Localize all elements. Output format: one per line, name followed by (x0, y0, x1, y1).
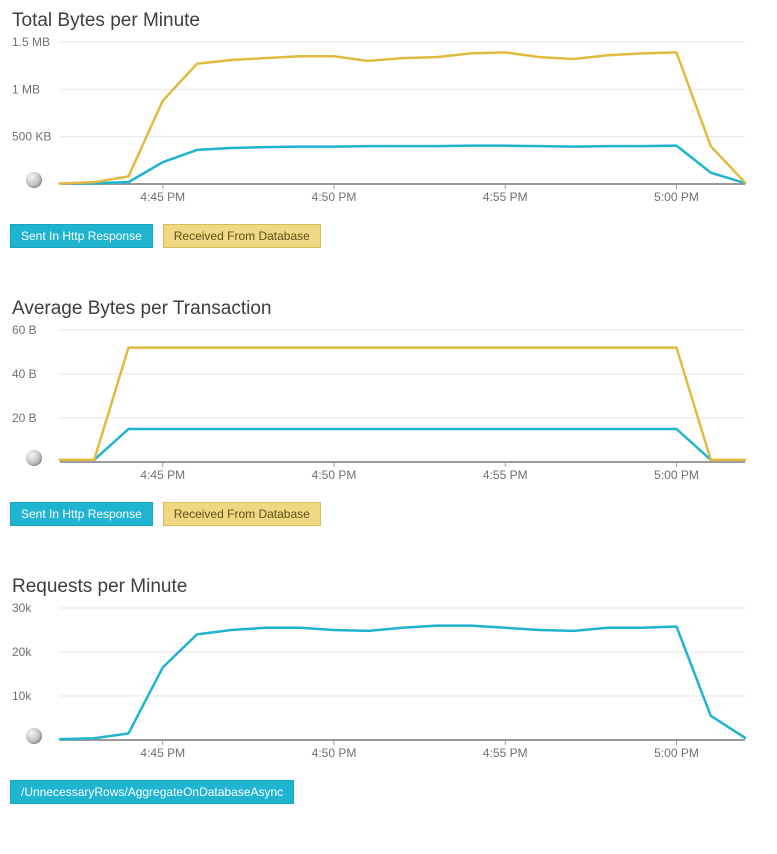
line-chart-svg: 20 B 40 B 60 B 4:45 PM 4:50 PM 4:55 PM 5:00 PM (10, 324, 755, 484)
svg-text:10k: 10k (12, 689, 32, 703)
svg-text:5:00 PM: 5:00 PM (654, 746, 699, 760)
svg-text:30k: 30k (12, 602, 32, 615)
svg-text:4:50 PM: 4:50 PM (312, 468, 357, 482)
svg-text:5:00 PM: 5:00 PM (654, 468, 699, 482)
chart-plot-area: 500 KB 1 MB 1.5 MB 4:45 PM 4:50 PM 4:55 PM 5:0… (10, 36, 767, 206)
legend-row: Sent In Http Response Received From Data… (10, 224, 767, 248)
svg-text:4:50 PM: 4:50 PM (312, 746, 357, 760)
chart-requests: Requests per Minute 10k 20k 30k 4:45 PM 4:50… (10, 576, 767, 804)
svg-text:5:00 PM: 5:00 PM (654, 190, 699, 204)
svg-text:4:45 PM: 4:45 PM (140, 468, 185, 482)
legend-item-received[interactable]: Received From Database (163, 224, 321, 248)
svg-text:4:55 PM: 4:55 PM (483, 746, 528, 760)
series-toggle-orb[interactable] (26, 172, 42, 188)
legend-item-sent[interactable]: Sent In Http Response (10, 224, 153, 248)
chart-total-bytes: Total Bytes per Minute 500 KB 1 MB 1.5 MB 4… (10, 10, 767, 248)
svg-text:4:50 PM: 4:50 PM (312, 190, 357, 204)
svg-text:500 KB: 500 KB (12, 130, 51, 144)
svg-text:4:45 PM: 4:45 PM (140, 190, 185, 204)
svg-text:1 MB: 1 MB (12, 82, 40, 96)
series-toggle-orb[interactable] (26, 450, 42, 466)
svg-text:4:45 PM: 4:45 PM (140, 746, 185, 760)
legend-item-received[interactable]: Received From Database (163, 502, 321, 526)
svg-text:20 B: 20 B (12, 411, 37, 425)
legend-item-sent[interactable]: Sent In Http Response (10, 502, 153, 526)
chart-title: Average Bytes per Transaction (12, 298, 767, 320)
line-chart-svg: 10k 20k 30k 4:45 PM 4:50 PM 4:55 PM 5:00 PM (10, 602, 755, 762)
legend-item-endpoint[interactable]: /UnnecessaryRows/AggregateOnDatabaseAsyn… (10, 780, 294, 804)
series-toggle-orb[interactable] (26, 728, 42, 744)
svg-text:40 B: 40 B (12, 367, 37, 381)
chart-avg-bytes: Average Bytes per Transaction 20 B 40 B 60… (10, 298, 767, 526)
svg-text:4:55 PM: 4:55 PM (483, 190, 528, 204)
chart-plot-area: 10k 20k 30k 4:45 PM 4:50 PM 4:55 PM 5:00 PM (10, 602, 767, 762)
svg-text:1.5 MB: 1.5 MB (12, 36, 50, 49)
chart-title: Requests per Minute (12, 576, 767, 598)
chart-plot-area: 20 B 40 B 60 B 4:45 PM 4:50 PM 4:55 PM 5:00 PM (10, 324, 767, 484)
svg-text:4:55 PM: 4:55 PM (483, 468, 528, 482)
svg-text:60 B: 60 B (12, 324, 37, 337)
legend-row: /UnnecessaryRows/AggregateOnDatabaseAsyn… (10, 780, 767, 804)
chart-title: Total Bytes per Minute (12, 10, 767, 32)
legend-row: Sent In Http Response Received From Data… (10, 502, 767, 526)
svg-text:20k: 20k (12, 645, 32, 659)
line-chart-svg: 500 KB 1 MB 1.5 MB 4:45 PM 4:50 PM 4:55 PM 5:0… (10, 36, 755, 206)
